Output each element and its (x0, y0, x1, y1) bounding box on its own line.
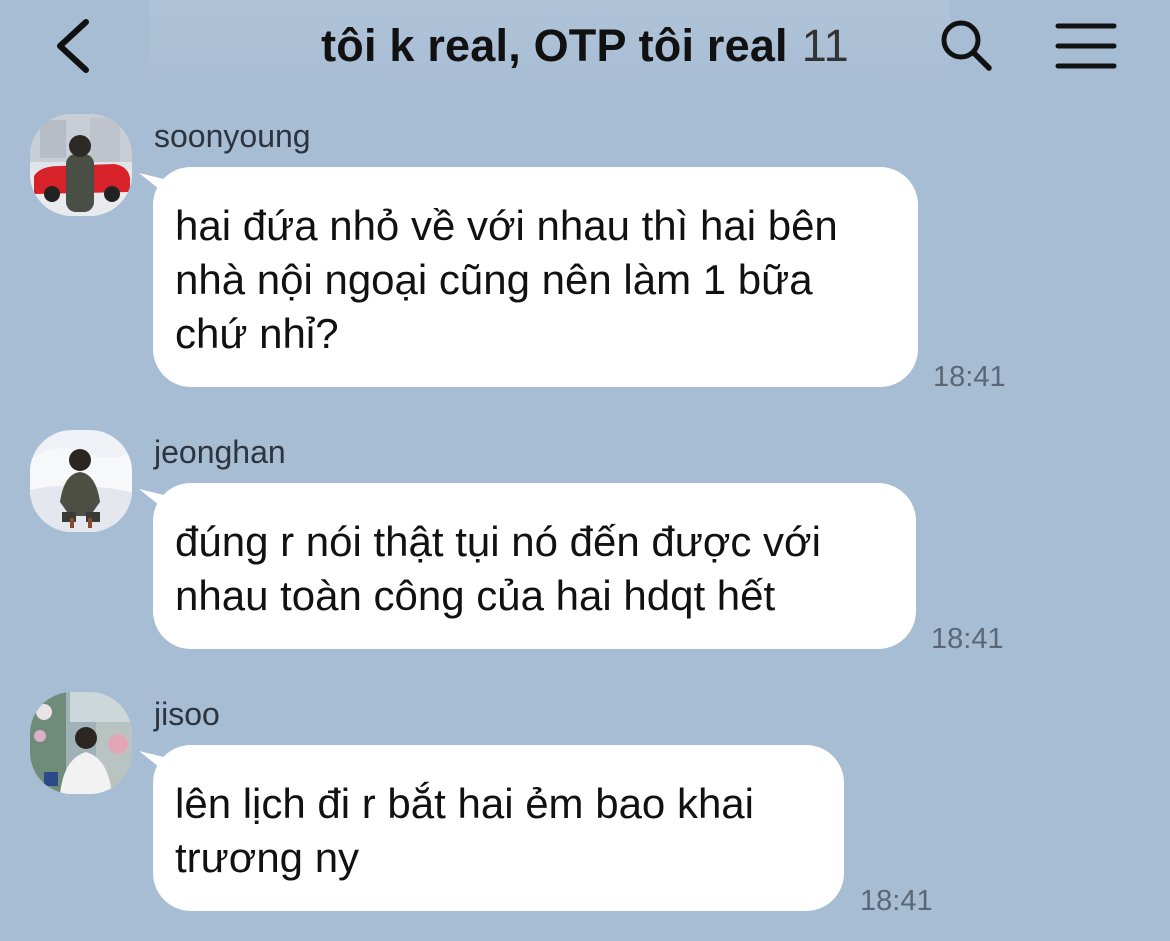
avatar[interactable] (30, 430, 132, 532)
user-photo-icon (30, 114, 132, 216)
avatar[interactable] (30, 692, 132, 794)
message-text-line: hai đứa nhỏ về với nhau thì hai bên (175, 202, 838, 249)
message-text-line: trương ny (175, 834, 360, 881)
message-text-line: nhau toàn công của hai hdqt hết (175, 572, 776, 619)
message-text-line: đúng r nói thật tụi nó đến được với (175, 518, 821, 565)
message-timestamp: 18:41 (933, 361, 1006, 393)
chat-header: tôi k real, OTP tôi real 11 (0, 0, 1170, 92)
message-bubble[interactable]: đúng r nói thật tụi nó đến được với nhau… (153, 483, 916, 649)
menu-button[interactable] (1050, 16, 1122, 76)
chevron-left-icon (57, 19, 89, 73)
message-bubble[interactable]: hai đứa nhỏ về với nhau thì hai bên nhà … (153, 167, 918, 387)
user-photo-icon (30, 430, 132, 532)
sender-name: soonyoung (154, 118, 311, 154)
sender-name: jeonghan (154, 434, 286, 470)
hamburger-menu-icon (1055, 23, 1117, 69)
avatar[interactable] (30, 114, 132, 216)
chat-title-text: tôi k real, OTP tôi real (321, 20, 788, 71)
sender-name: jisoo (154, 696, 220, 732)
message-timestamp: 18:41 (860, 885, 933, 917)
user-photo-icon (30, 692, 132, 794)
message-timestamp: 18:41 (931, 623, 1004, 655)
chat-title[interactable]: tôi k real, OTP tôi real 11 (250, 16, 920, 76)
message-text-line: chứ nhỉ? (175, 310, 339, 357)
back-button[interactable] (42, 16, 102, 76)
search-button[interactable] (935, 14, 997, 76)
message-text-line: nhà nội ngoại cũng nên làm 1 bữa (175, 256, 813, 303)
message-bubble[interactable]: lên lịch đi r bắt hai ẻm bao khai trương… (153, 745, 844, 911)
member-count: 11 (801, 20, 849, 71)
message-text-line: lên lịch đi r bắt hai ẻm bao khai (175, 780, 754, 827)
search-icon (941, 20, 992, 71)
